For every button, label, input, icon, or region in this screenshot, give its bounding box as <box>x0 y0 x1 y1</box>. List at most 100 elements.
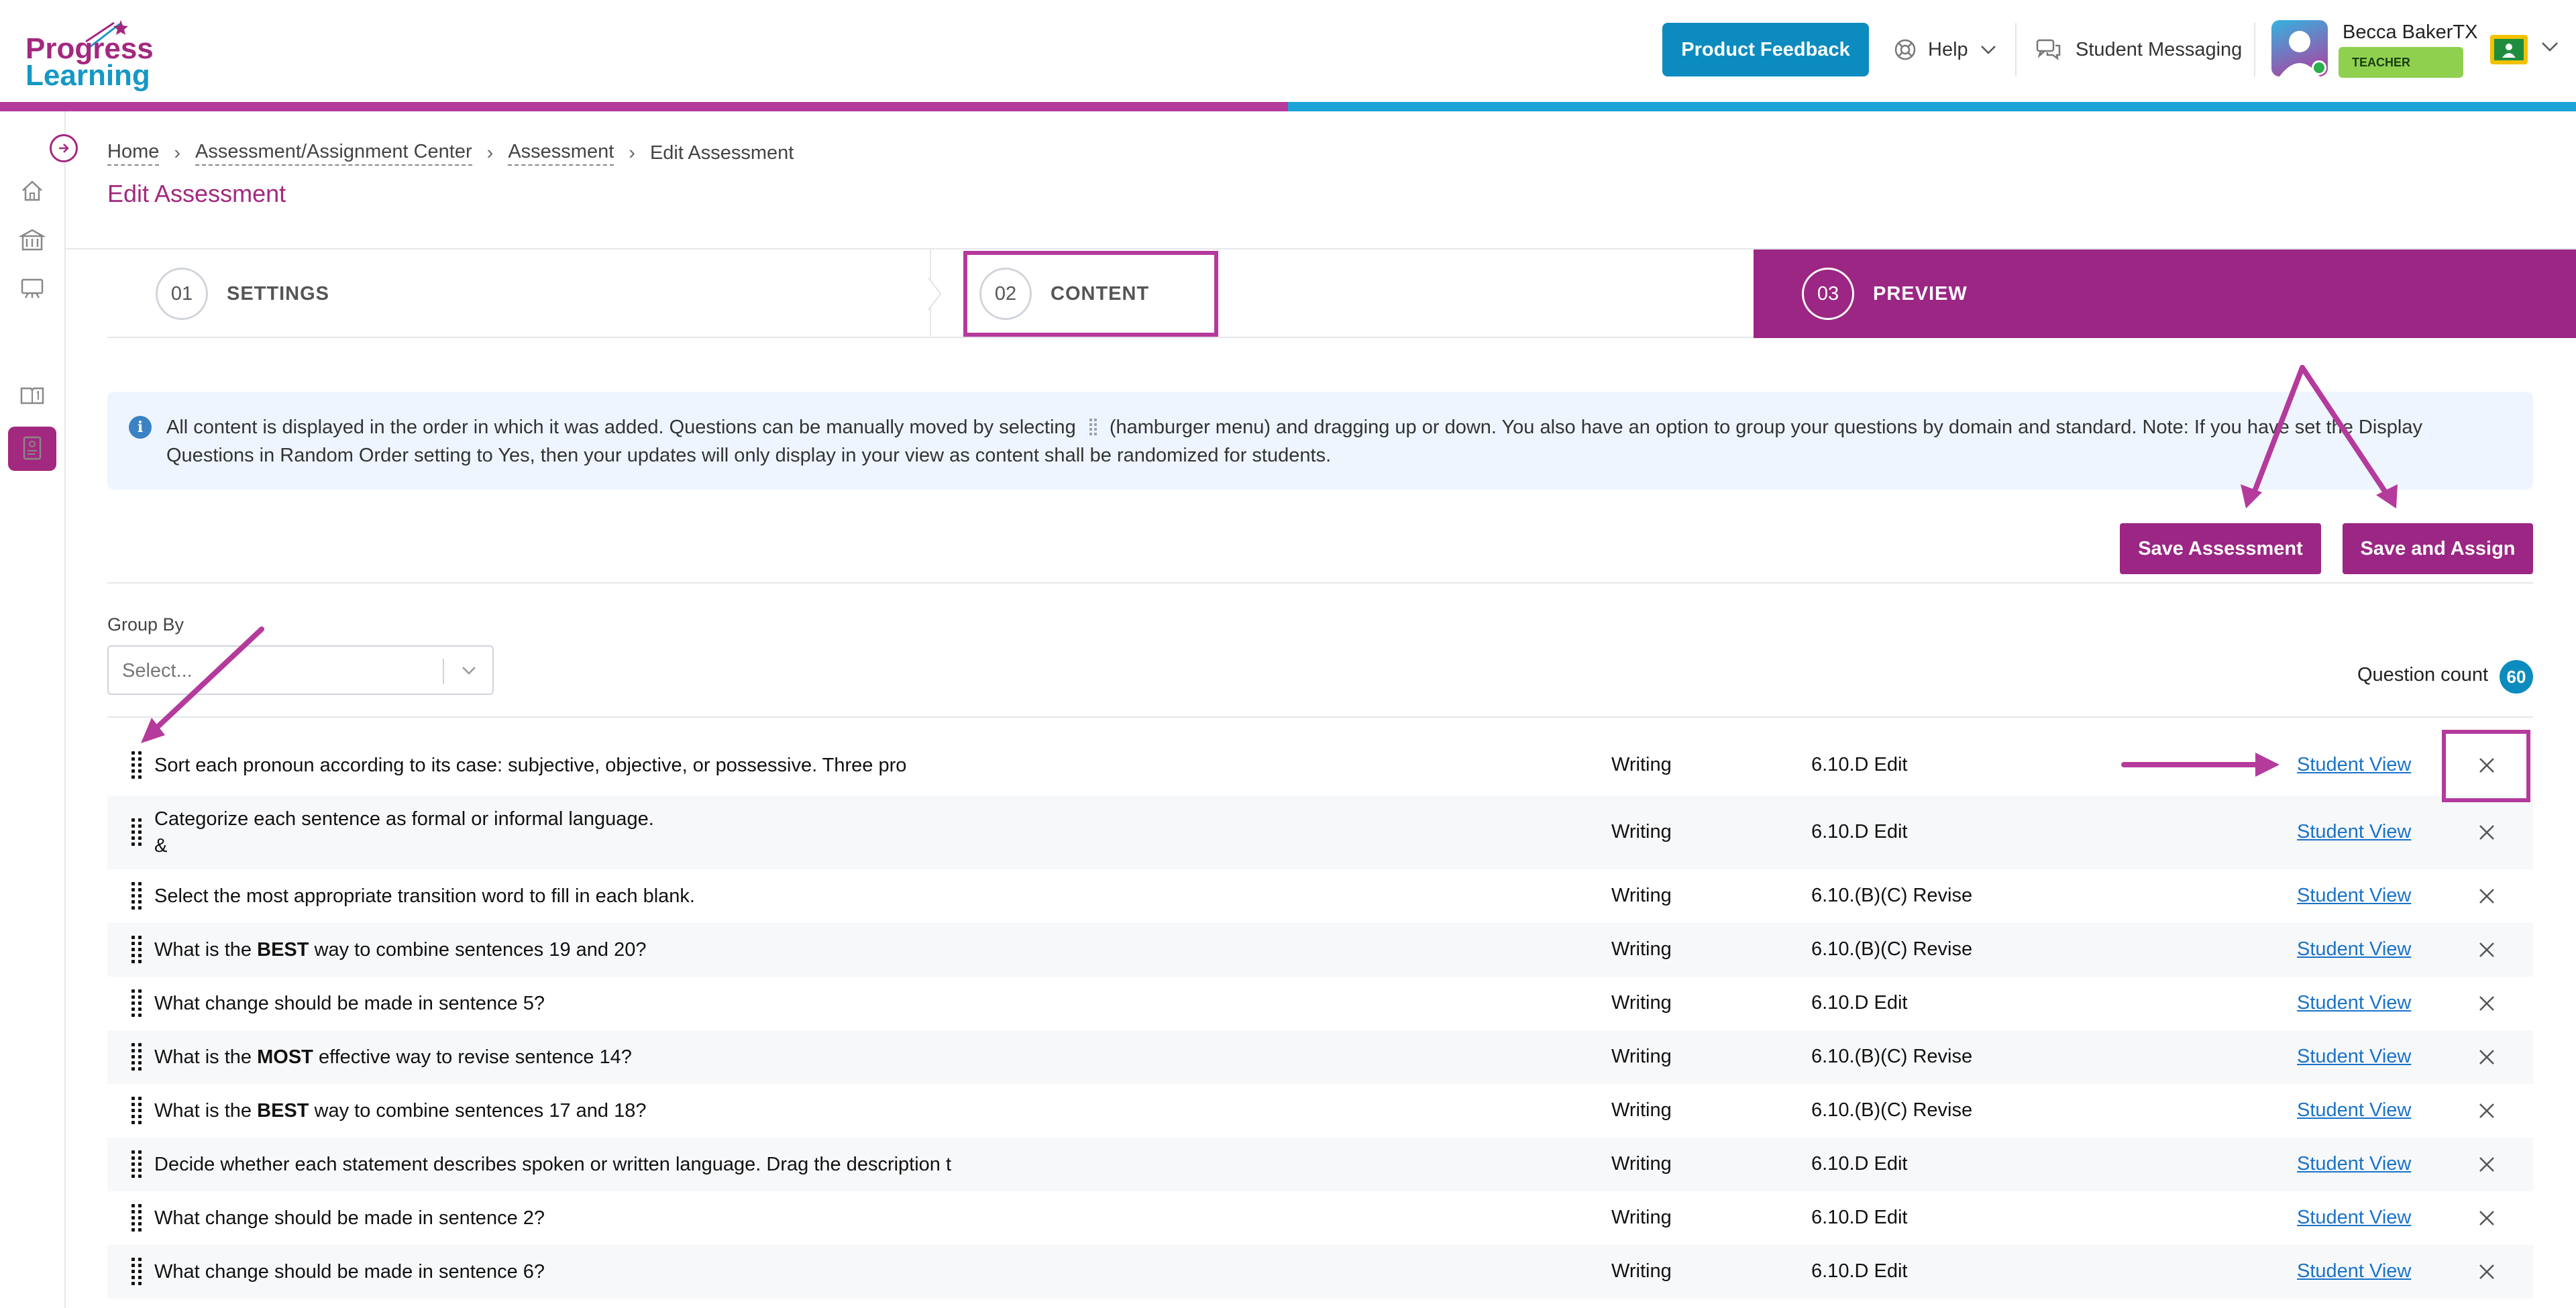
question-text: Sort each pronoun according to its case:… <box>154 755 907 776</box>
question-text: Decide whether each statement describes … <box>154 1154 952 1175</box>
student-view-link[interactable]: Student View <box>2297 821 2411 843</box>
page-title: Edit Assessment <box>107 180 286 207</box>
student-view-link[interactable]: Student View <box>2297 1046 2411 1068</box>
question-count-badge: 60 <box>2500 660 2533 694</box>
question-standard: 6.10.D Edit <box>1811 754 1908 775</box>
user-avatar[interactable] <box>2271 20 2328 76</box>
remove-question-icon[interactable] <box>2475 1153 2498 1176</box>
user-role-badge: TEACHER <box>2339 47 2463 78</box>
user-menu-chevron-icon[interactable] <box>2540 39 2560 55</box>
remove-question-icon[interactable] <box>2475 1099 2498 1122</box>
step-number: 01 <box>156 268 208 320</box>
remove-question-icon[interactable] <box>2475 1207 2498 1230</box>
question-text: Categorize each sentence as formal or in… <box>154 808 654 857</box>
group-by-label: Group By <box>107 614 184 635</box>
remove-question-icon[interactable] <box>2475 885 2498 908</box>
student-view-link[interactable]: Student View <box>2297 1260 2411 1283</box>
sidebar-item-school[interactable] <box>17 225 47 255</box>
student-messaging-link[interactable]: Student Messaging <box>2035 23 2242 76</box>
question-row: Select the most appropriate transition w… <box>107 869 2533 923</box>
drag-handle-icon[interactable] <box>131 1203 145 1233</box>
save-assessment-button[interactable]: Save Assessment <box>2120 523 2321 574</box>
google-classroom-icon[interactable] <box>2490 35 2528 64</box>
remove-question-icon[interactable] <box>2475 1046 2498 1069</box>
step-preview[interactable]: 03 PREVIEW <box>1754 250 2576 338</box>
drag-handle-icon[interactable] <box>131 1096 145 1126</box>
student-view-link[interactable]: Student View <box>2297 938 2411 961</box>
question-domain: Writing <box>1611 754 1672 775</box>
assessment-stepper: 01 SETTINGS 02 CONTENT 03 PREVIEW <box>107 250 2576 338</box>
question-standard: 6.10.D Edit <box>1811 821 1908 842</box>
group-by-placeholder: Select... <box>122 660 193 682</box>
question-domain: Writing <box>1611 992 1672 1014</box>
step-label: SETTINGS <box>227 282 330 305</box>
remove-question-icon[interactable] <box>2475 821 2498 844</box>
help-menu[interactable]: Help <box>1893 23 1998 76</box>
drag-handle-icon[interactable] <box>131 818 145 847</box>
remove-question-icon[interactable] <box>2475 938 2498 961</box>
classroom-board-icon <box>21 278 44 298</box>
step-chevron-icon <box>928 277 942 311</box>
question-row: What is the BEST way to combine sentence… <box>107 923 2533 977</box>
question-text: What change should be made in sentence 6… <box>154 1261 545 1283</box>
remove-question-icon[interactable] <box>2475 1260 2498 1283</box>
student-messaging-label: Student Messaging <box>2076 38 2243 60</box>
sidebar-item-assessments[interactable] <box>17 330 47 360</box>
student-view-link[interactable]: Student View <box>2297 1099 2411 1122</box>
question-standard: 6.10.D Edit <box>1811 1153 1908 1175</box>
header-divider <box>2015 23 2017 76</box>
question-row: What is the BEST way to combine sentence… <box>107 1084 2533 1138</box>
drag-handle-icon[interactable] <box>131 1257 145 1287</box>
chevron-down-icon <box>462 667 476 675</box>
breadcrumb-current: Edit Assessment <box>649 142 794 164</box>
drag-handle-icon[interactable] <box>131 1150 145 1179</box>
question-standard: 6.10.(B)(C) Revise <box>1811 1046 1973 1067</box>
drag-handle-icon[interactable] <box>131 989 145 1018</box>
drag-handle-icon[interactable] <box>131 751 145 780</box>
save-and-assign-button[interactable]: Save and Assign <box>2343 523 2533 574</box>
drag-handle-icon[interactable] <box>131 935 145 965</box>
sidebar-expand-button[interactable] <box>50 134 78 162</box>
sidebar-item-library[interactable] <box>17 381 47 411</box>
step-settings[interactable]: 01 SETTINGS <box>156 250 329 338</box>
sidebar <box>0 111 66 1308</box>
step-number: 03 <box>1802 268 1854 320</box>
divider <box>107 716 2533 718</box>
breadcrumb-assessment-center[interactable]: Assessment/Assignment Center <box>195 141 472 166</box>
student-view-link[interactable]: Student View <box>2297 754 2411 776</box>
student-view-link[interactable]: Student View <box>2297 1207 2411 1229</box>
arrow-right-circle-icon <box>59 144 69 153</box>
remove-button-highlight-box <box>2442 730 2530 802</box>
question-count-label: Question count <box>2357 664 2489 686</box>
lifebuoy-icon <box>1894 39 1916 60</box>
building-icon <box>19 229 46 251</box>
student-view-link[interactable]: Student View <box>2297 885 2411 907</box>
question-domain: Writing <box>1611 938 1672 960</box>
help-label: Help <box>1928 38 1968 60</box>
breadcrumb-chevron-icon: › <box>486 142 494 164</box>
breadcrumb-assessment[interactable]: Assessment <box>508 141 614 166</box>
remove-question-icon[interactable] <box>2475 992 2498 1015</box>
drag-handle-icon[interactable] <box>131 1042 145 1072</box>
sidebar-item-reports[interactable] <box>17 433 47 463</box>
sidebar-item-classroom[interactable] <box>17 274 47 303</box>
question-row: What change should be made in sentence 2… <box>107 1191 2533 1245</box>
student-view-link[interactable]: Student View <box>2297 1153 2411 1175</box>
drag-handle-icon <box>1089 419 1097 435</box>
open-book-icon <box>20 336 44 354</box>
group-by-select[interactable]: Select... <box>107 645 494 695</box>
drag-handle-icon[interactable] <box>131 881 145 911</box>
chat-bubbles-icon <box>2036 39 2061 60</box>
question-standard: 6.10.D Edit <box>1811 1207 1908 1228</box>
sidebar-item-home[interactable] <box>17 176 47 205</box>
product-feedback-button[interactable]: Product Feedback <box>1662 23 1869 76</box>
student-view-link[interactable]: Student View <box>2297 992 2411 1014</box>
breadcrumb-chevron-icon: › <box>174 142 181 164</box>
breadcrumb-home[interactable]: Home <box>107 141 160 166</box>
question-standard: 6.10.(B)(C) Revise <box>1811 938 1973 960</box>
question-domain: Writing <box>1611 885 1672 906</box>
report-document-icon <box>23 436 42 460</box>
info-banner: i All content is displayed in the order … <box>107 392 2533 490</box>
question-standard: 6.10.D Edit <box>1811 992 1908 1014</box>
home-icon <box>22 180 42 201</box>
